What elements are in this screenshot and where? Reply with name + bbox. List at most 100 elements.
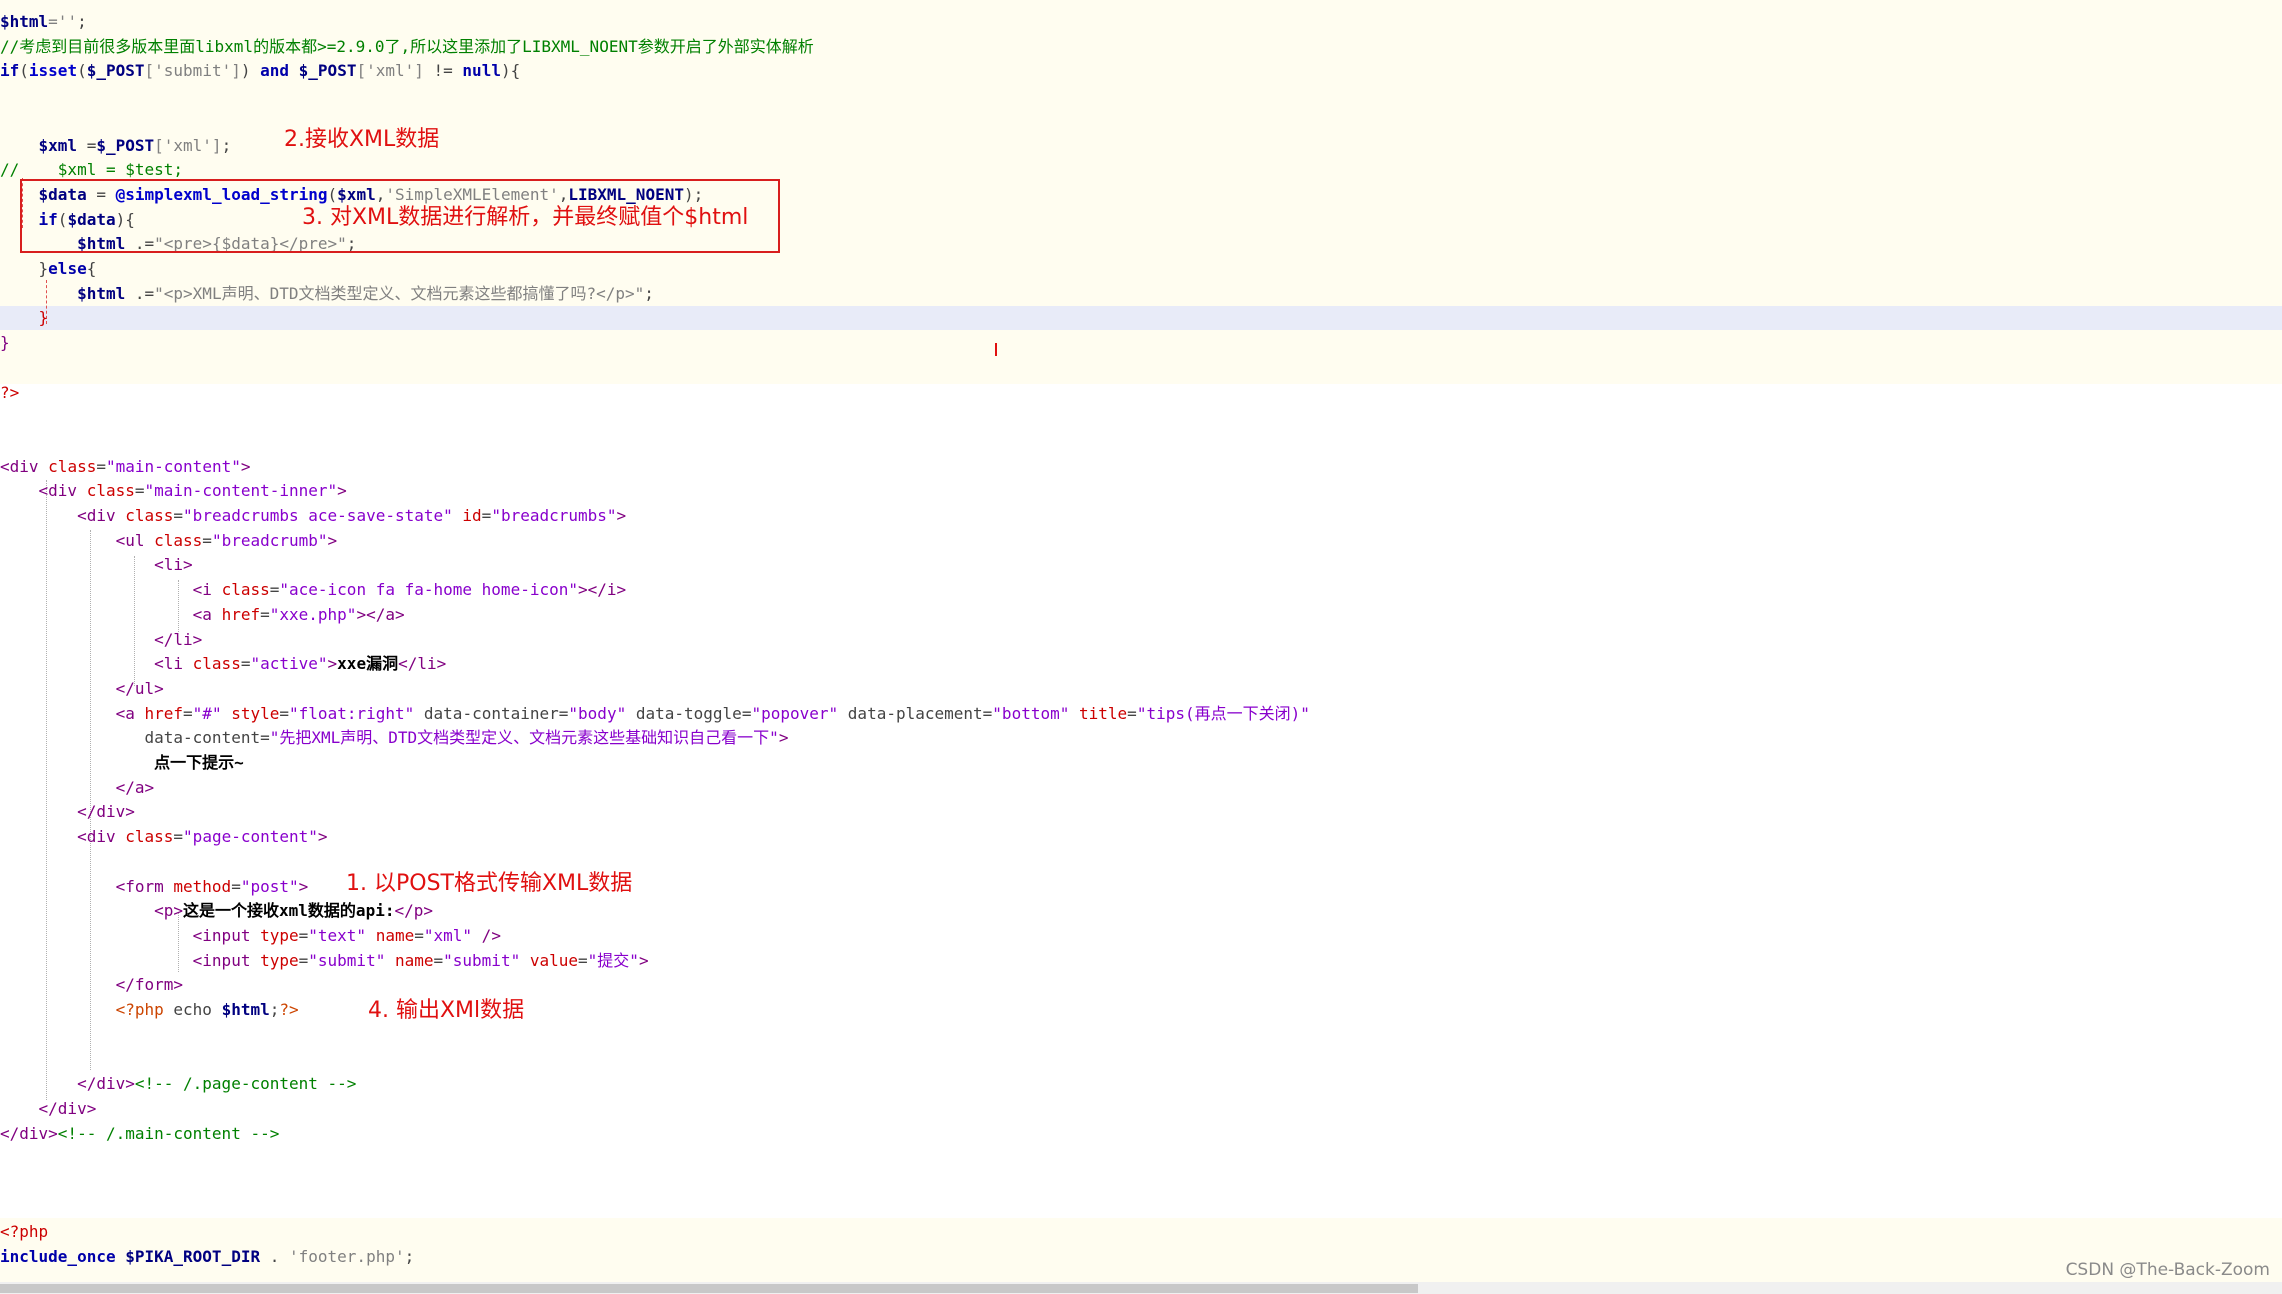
code-line[interactable]: <ul class="breadcrumb"> — [0, 529, 338, 553]
code-line[interactable]: </div> — [0, 800, 135, 824]
code-token: } — [0, 333, 10, 352]
code-line[interactable]: <i class="ace-icon fa fa-home home-icon"… — [0, 578, 627, 602]
code-line[interactable]: </form> — [0, 973, 183, 997]
code-token: type — [260, 951, 299, 970]
code-token: = — [298, 951, 309, 970]
code-line[interactable]: <?php — [0, 1220, 48, 1244]
scrollbar-thumb[interactable] — [0, 1284, 1418, 1293]
code-token: = — [173, 506, 184, 525]
code-token: = — [1127, 704, 1137, 723]
code-line[interactable]: include_once $PIKA_ROOT_DIR . 'footer.ph… — [0, 1245, 414, 1269]
code-line[interactable]: <li> — [0, 553, 193, 577]
code-line[interactable]: }else{ — [0, 257, 97, 281]
code-line[interactable]: </div><!-- /.page-content --> — [0, 1072, 356, 1096]
code-token: } — [0, 259, 49, 278]
code-token: <div — [77, 506, 126, 525]
code-token: .= — [125, 284, 155, 303]
code-line[interactable]: </a> — [0, 776, 155, 800]
code-token: ; — [221, 136, 232, 155]
code-token: </div> — [77, 802, 135, 821]
code-token: "main-content" — [105, 457, 241, 476]
code-token: ></i> — [578, 580, 627, 599]
code-line[interactable]: <div class="main-content-inner"> — [0, 479, 347, 503]
code-token: "submit" — [443, 951, 521, 970]
code-line[interactable]: <?php echo $html;?> — [0, 998, 299, 1022]
code-token: ; — [269, 1000, 280, 1019]
code-line[interactable]: <form method="post"> — [0, 875, 309, 899]
code-token: = — [741, 704, 752, 723]
code-line[interactable]: } — [0, 306, 49, 330]
code-token: else — [48, 259, 87, 278]
code-line[interactable]: data-content="先把XML声明、DTD文档类型定义、文档元素这些基础… — [0, 726, 789, 750]
code-token: "提交" — [587, 951, 639, 970]
code-token: </p> — [394, 901, 433, 920]
code-token: </li> — [398, 654, 447, 673]
code-editor[interactable]: $html='';//考虑到目前很多版本里面libxml的版本都>=2.9.0了… — [0, 0, 2282, 1282]
code-line[interactable]: <div class="page-content"> — [0, 825, 327, 849]
code-token: ( — [19, 61, 29, 80]
code-token: </div> — [0, 1124, 58, 1143]
code-token: href — [221, 605, 261, 624]
code-token: "breadcrumb" — [211, 531, 328, 550]
annotation-parse-xml: 3. 对XML数据进行解析，并最终赋值个$html — [302, 205, 749, 230]
code-token: <div — [0, 457, 49, 476]
horizontal-scrollbar[interactable] — [0, 1282, 2282, 1294]
code-token: <li — [154, 654, 193, 673]
code-token: = — [558, 704, 569, 723]
code-token: > — [327, 654, 338, 673]
code-token: </div> — [77, 1074, 135, 1093]
code-token: class — [192, 654, 241, 673]
code-token: name — [394, 951, 434, 970]
code-line[interactable]: <a href="xxe.php"></a> — [0, 603, 405, 627]
code-line[interactable]: </div> — [0, 1097, 97, 1121]
code-token: = — [96, 457, 106, 476]
code-line[interactable]: ?> — [0, 381, 19, 405]
code-line[interactable]: $html=''; — [0, 10, 87, 34]
code-line[interactable]: <p>这是一个接收xml数据的api:</p> — [0, 899, 433, 923]
code-line[interactable]: $html .="<p>XML声明、DTD文档类型定义、文档元素这些都搞懂了吗?… — [0, 282, 654, 306]
code-line[interactable]: </div><!-- /.main-content --> — [0, 1122, 279, 1146]
code-token: class — [48, 457, 97, 476]
code-line[interactable]: <div class="breadcrumbs ace-save-state" … — [0, 504, 626, 528]
code-line[interactable]: 点一下提示~ — [0, 751, 244, 775]
code-token: = — [433, 951, 444, 970]
code-token: data-container — [423, 704, 559, 723]
code-line[interactable]: <input type="submit" name="submit" value… — [0, 949, 649, 973]
code-line[interactable]: </ul> — [0, 677, 164, 701]
code-token: class — [125, 827, 174, 846]
code-line[interactable]: $xml =$_POST['xml']; — [0, 134, 232, 158]
code-token: <li> — [154, 555, 193, 574]
code-token: ){ — [500, 61, 521, 80]
code-line[interactable]: <li class="active">xxe漏洞</li> — [0, 652, 446, 676]
code-token: = — [481, 506, 492, 525]
code-line[interactable]: //考虑到目前很多版本里面libxml的版本都>=2.9.0了,所以这里添加了L… — [0, 35, 814, 59]
code-token: "post" — [240, 877, 299, 896]
code-token: ?> — [0, 383, 20, 402]
code-token: = — [414, 926, 424, 945]
code-token: "ace-icon fa fa-home home-icon" — [279, 580, 578, 599]
code-line[interactable]: <input type="text" name="xml" /> — [0, 924, 501, 948]
code-token: "bottom" — [992, 704, 1070, 723]
code-line[interactable]: <a href="#" style="float:right" data-con… — [0, 702, 1310, 726]
code-line[interactable]: <div class="main-content"> — [0, 455, 250, 479]
code-line[interactable]: if(isset($_POST['submit']) and $_POST['x… — [0, 59, 520, 83]
code-token: title — [1079, 704, 1128, 723]
code-token: > — [327, 531, 338, 550]
current-line-highlight — [0, 306, 2282, 330]
code-token: class — [125, 506, 174, 525]
code-line[interactable]: } — [0, 331, 10, 355]
code-token: </ul> — [115, 679, 164, 698]
code-line[interactable]: </li> — [0, 628, 202, 652]
